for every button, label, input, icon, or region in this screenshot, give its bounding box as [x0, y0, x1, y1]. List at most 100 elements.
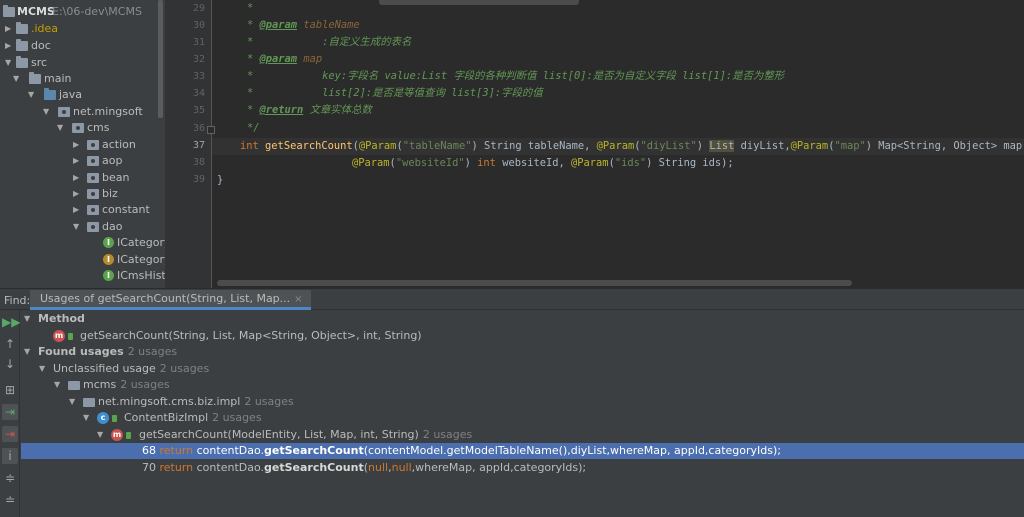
code-text: diyList,	[734, 140, 791, 152]
line-number: 29	[192, 3, 205, 14]
chevron-down-icon[interactable]: ▼	[83, 410, 89, 426]
class-icon: c	[97, 412, 109, 424]
code-line-34: * list[2]:是否是等值查询 list[3]:字段的值	[247, 87, 543, 99]
usage-match: getSearchCount	[264, 444, 364, 457]
package-icon	[87, 222, 99, 232]
package-icon	[87, 173, 99, 183]
chevron-right-icon[interactable]: ▶	[73, 170, 79, 186]
method-icon: m	[53, 330, 65, 342]
chevron-right-icon[interactable]: ▶	[73, 186, 79, 202]
string-literal: "diyList"	[640, 140, 697, 152]
string-literal: "websiteId"	[395, 157, 465, 169]
group-by-icon[interactable]: ⊞	[2, 382, 18, 398]
lock-icon	[126, 432, 131, 439]
keyword: int	[477, 157, 496, 169]
chevron-down-icon[interactable]: ▼	[54, 377, 60, 393]
editor-horizontal-scrollbar[interactable]	[217, 280, 852, 286]
rerun-icon[interactable]: ▶▶	[2, 314, 20, 330]
node-label: ContentBizImpl	[124, 411, 209, 424]
code-line-37: int getSearchCount(@Param("tableName") S…	[217, 138, 1024, 155]
code-text: ) Map<String, Object> map,	[865, 140, 1024, 152]
tree-item-label: constant	[102, 203, 150, 216]
usage-text: contentDao.	[193, 461, 264, 474]
chevron-down-icon[interactable]: ▼	[28, 87, 34, 103]
find-usages-panel: Find: Usages of getSearchCount(String, L…	[0, 288, 1024, 517]
chevron-right-icon[interactable]: ▶	[5, 21, 11, 37]
usage-count: 2 usages	[422, 428, 473, 441]
keyword: null	[368, 461, 389, 474]
chevron-down-icon[interactable]: ▼	[13, 71, 19, 87]
chevron-down-icon[interactable]: ▼	[24, 311, 30, 327]
line-number: 39	[192, 174, 205, 185]
code-editor[interactable]: 29 30 31 32 33 34 35 36 37 38 39 * * @pa…	[165, 0, 1024, 288]
lock-icon	[112, 415, 117, 422]
usage-count: 2 usages	[244, 395, 294, 408]
gutter-divider	[211, 0, 212, 288]
tree-node-method[interactable]: m getSearchCount(String, List, Map<Strin…	[21, 328, 1024, 344]
collapse-all-icon[interactable]: ≐	[2, 492, 18, 508]
tree-node-unclassified[interactable]: ▼ Unclassified usage 2 usages	[21, 361, 1024, 377]
line-number: 30	[192, 20, 205, 31]
arrow-up-icon[interactable]: ↑	[2, 336, 18, 352]
keyword: return	[159, 461, 194, 474]
string-literal: "ids"	[614, 157, 647, 169]
chevron-right-icon[interactable]: ▶	[73, 202, 79, 218]
chevron-down-icon[interactable]: ▼	[69, 394, 75, 410]
node-label: Unclassified usage	[53, 362, 156, 375]
chevron-down-icon[interactable]: ▼	[97, 427, 103, 443]
package-icon	[83, 398, 95, 407]
tree-item-label: doc	[31, 39, 51, 52]
chevron-down-icon[interactable]: ▼	[73, 219, 79, 235]
chevron-down-icon[interactable]: ▼	[24, 344, 30, 360]
annotation: @Param	[571, 157, 609, 169]
module-icon	[68, 381, 80, 390]
code-text: websiteId,	[495, 157, 572, 169]
interface-icon: I	[103, 270, 114, 281]
usage-text: (contentModel.getModelTableName(),diyLis…	[363, 444, 781, 457]
interface-icon: I	[103, 237, 114, 248]
line-number: 33	[192, 71, 205, 82]
tree-scrollbar[interactable]	[158, 0, 163, 118]
tree-item-label: java	[59, 88, 83, 101]
tree-item-label: src	[31, 56, 48, 69]
arrow-down-icon[interactable]: ↓	[2, 356, 18, 372]
chevron-right-icon[interactable]: ▶	[5, 38, 11, 54]
usage-row-68[interactable]: 68 return contentDao.getSearchCount(cont…	[21, 443, 1024, 459]
expand-all-icon[interactable]: ≑	[2, 470, 18, 486]
chevron-right-icon[interactable]: ▶	[73, 137, 79, 153]
export-icon[interactable]: ⇥	[2, 426, 18, 442]
find-toolbar: ▶▶ ↑ ↓ ⊞ ⇥ ⇥ ⅰ ≑ ≐	[0, 310, 20, 517]
line-number: 38	[192, 157, 205, 168]
find-label: Find:	[4, 294, 31, 307]
code-line-38: @Param("websiteId") int websiteId, @Para…	[217, 155, 734, 172]
tree-node-class[interactable]: ▼ c ContentBizImpl 2 usages	[21, 410, 1024, 426]
method-icon: m	[111, 429, 123, 441]
code-line-36: */	[247, 122, 260, 134]
tree-node-caller-method[interactable]: ▼ m getSearchCount(ModelEntity, List, Ma…	[21, 427, 1024, 443]
chevron-down-icon[interactable]: ▼	[5, 55, 11, 71]
source-folder-icon	[44, 88, 56, 100]
string-literal: "map"	[834, 140, 866, 152]
fold-icon[interactable]	[207, 126, 215, 134]
info-icon[interactable]: ⅰ	[2, 448, 18, 464]
close-icon[interactable]: ×	[294, 294, 302, 305]
project-tree-panel: MCMS E:\06-dev\MCMS ▶ .idea ▶ doc ▼ src …	[0, 0, 165, 288]
line-number: 34	[192, 88, 205, 99]
tree-node-module-mcms[interactable]: ▼ mcms 2 usages	[21, 377, 1024, 393]
tree-item-label: aop	[102, 154, 123, 167]
tree-node-found-usages[interactable]: ▼ Found usages 2 usages	[21, 344, 1024, 360]
chevron-right-icon[interactable]: ▶	[73, 153, 79, 169]
import-icon[interactable]: ⇥	[2, 404, 18, 420]
tab-usages-getsearchcount[interactable]: Usages of getSearchCount(String, List, M…	[30, 290, 311, 310]
tree-node-method-header[interactable]: ▼ Method	[21, 311, 1024, 327]
code-line-39: }	[217, 174, 224, 186]
chevron-down-icon[interactable]: ▼	[39, 361, 45, 377]
module-icon	[3, 5, 15, 17]
folder-icon	[29, 72, 41, 84]
usages-tree: ▼ Method m getSearchCount(String, List, …	[21, 310, 1024, 517]
chevron-down-icon[interactable]: ▼	[57, 120, 63, 136]
chevron-down-icon[interactable]: ▼	[43, 104, 49, 120]
usage-text: ,whereMap, appId,categoryIds);	[411, 461, 587, 474]
tree-node-package[interactable]: ▼ net.mingsoft.cms.biz.impl 2 usages	[21, 394, 1024, 410]
usage-row-70[interactable]: 70 return contentDao.getSearchCount(null…	[21, 460, 1024, 476]
